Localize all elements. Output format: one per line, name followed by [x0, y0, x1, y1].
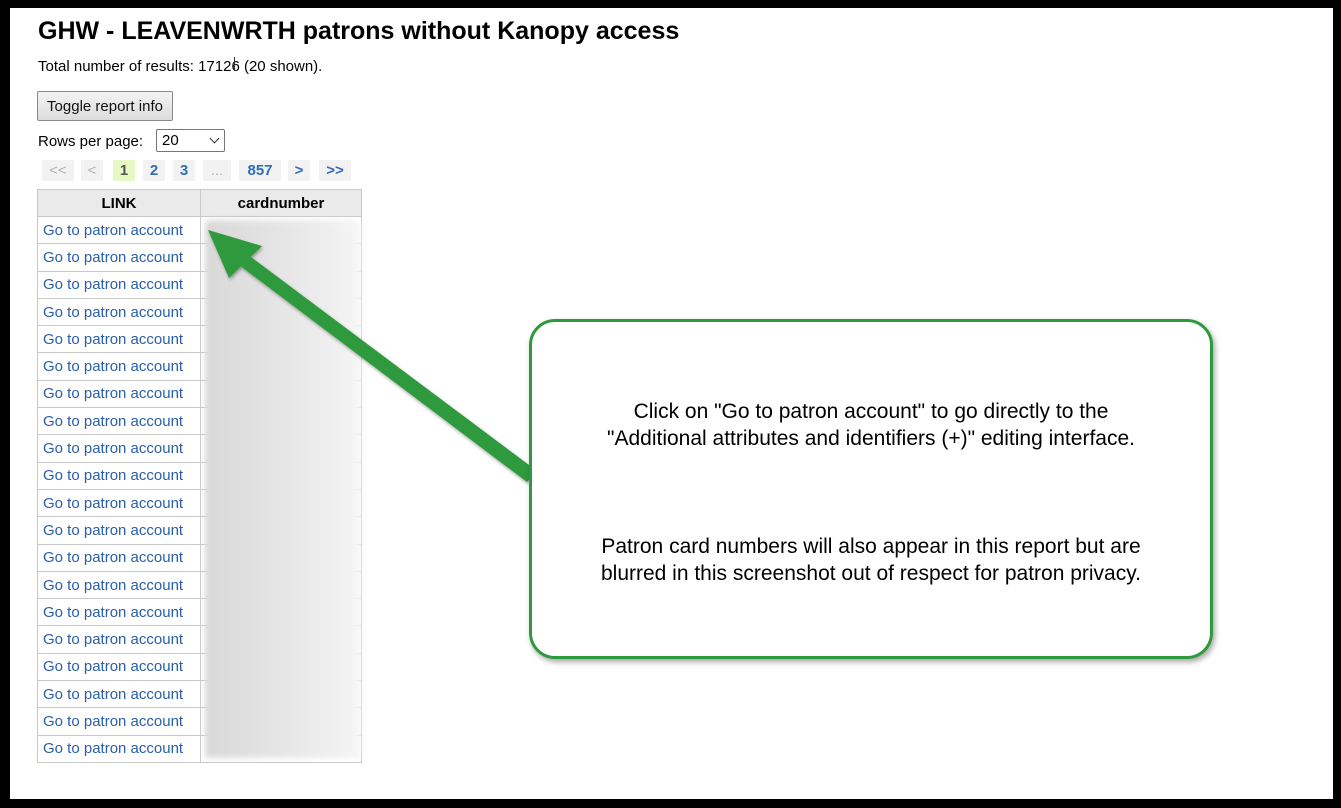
callout-paragraph-2: Patron card numbers will also appear in …	[532, 533, 1210, 587]
callout-paragraph-1: Click on "Go to patron account" to go di…	[532, 398, 1210, 452]
report-page: GHW - LEAVENWRTH patrons without Kanopy …	[10, 8, 1333, 799]
callout-line-3: Patron card numbers will also appear in …	[601, 535, 1141, 558]
arrow-shaft	[239, 254, 537, 482]
callout-line-4: blurred in this screenshot out of respec…	[600, 562, 1142, 585]
callout-line-1: Click on "Go to patron account" to go di…	[633, 400, 1109, 423]
callout-box: Click on "Go to patron account" to go di…	[529, 319, 1213, 659]
callout-line-2: "Additional attributes and identifiers (…	[607, 427, 1135, 450]
